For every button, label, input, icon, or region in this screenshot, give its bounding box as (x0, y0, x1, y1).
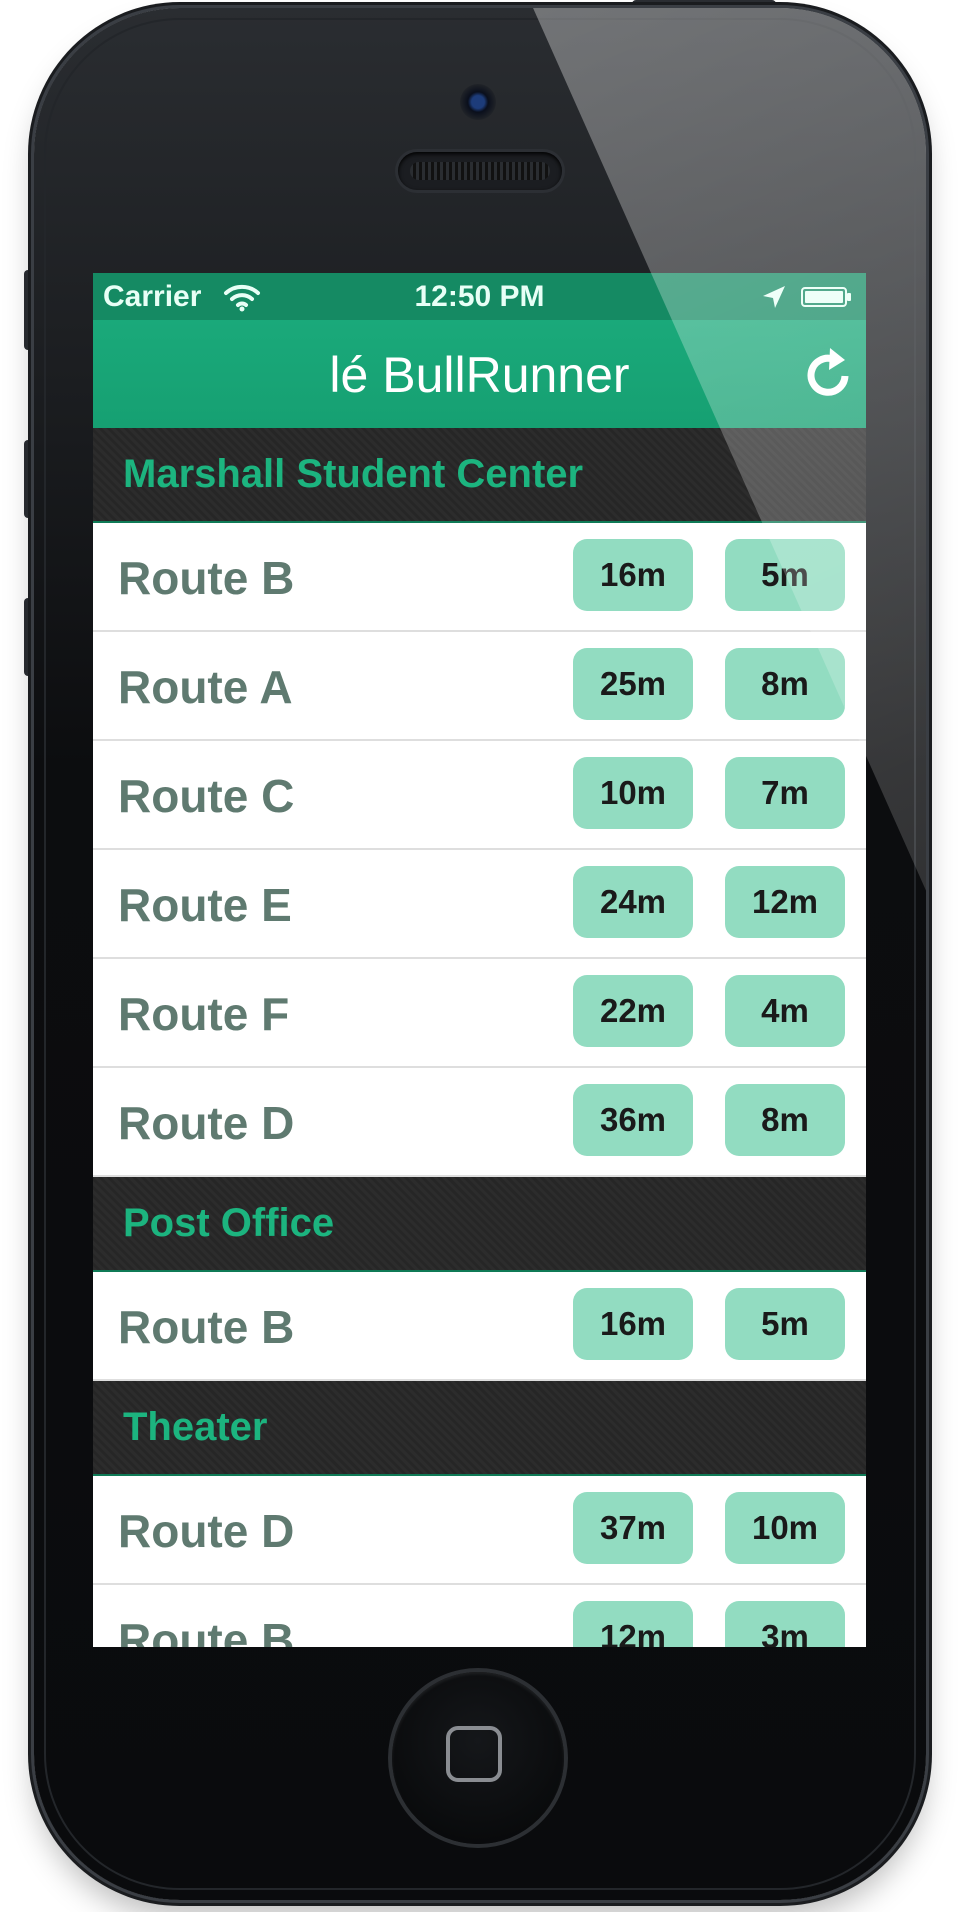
app-screen: Carrier 12:50 PM lé BullRunner Marshall … (93, 273, 866, 1647)
route-row[interactable]: Route A 25m 8m (93, 632, 866, 741)
clock: 12:50 PM (414, 280, 545, 313)
battery-icon (801, 287, 851, 307)
route-name: Route D (118, 1505, 295, 1557)
route-name: Route D (118, 1097, 295, 1149)
route-row[interactable]: Route F 22m 4m (93, 959, 866, 1068)
route-name: Route A (118, 661, 293, 713)
section-header: Marshall Student Center (93, 428, 866, 523)
following-arrival-badge: 4m (725, 975, 845, 1047)
front-camera (460, 84, 496, 120)
section-header: Theater (93, 1381, 866, 1476)
next-arrival-badge: 37m (573, 1492, 693, 1564)
following-arrival-badge: 12m (725, 866, 845, 938)
route-name: Route F (118, 988, 290, 1040)
next-arrival-badge: 36m (573, 1084, 693, 1156)
stop-list: Marshall Student Center Route B 16m 5m Route… (93, 428, 866, 1647)
route-row[interactable]: Route B 16m 5m (93, 1272, 866, 1381)
navigation-bar: lé BullRunner (93, 320, 866, 428)
refresh-icon[interactable] (801, 346, 857, 402)
route-row[interactable]: Route D 37m 10m (93, 1476, 866, 1585)
route-name: Route C (118, 770, 295, 822)
next-arrival-badge: 16m (573, 1288, 693, 1360)
next-arrival-badge: 22m (573, 975, 693, 1047)
route-row[interactable]: Route C 10m 7m (93, 741, 866, 850)
route-row[interactable]: Route B 12m 3m (93, 1585, 866, 1647)
route-name: Route B (118, 1614, 295, 1647)
next-arrival-badge: 24m (573, 866, 693, 938)
next-arrival-badge: 10m (573, 757, 693, 829)
next-arrival-badge: 12m (573, 1601, 693, 1647)
location-arrow-icon (763, 286, 785, 308)
section-header: Post Office (93, 1177, 866, 1272)
following-arrival-badge: 10m (725, 1492, 845, 1564)
status-bar: Carrier 12:50 PM (93, 273, 866, 320)
home-button (392, 1672, 564, 1844)
section-title: Post Office (123, 1201, 335, 1245)
route-name: Route B (118, 1301, 295, 1353)
route-name: Route B (118, 552, 295, 604)
following-arrival-badge: 7m (725, 757, 845, 829)
following-arrival-badge: 5m (725, 539, 845, 611)
home-button-square (446, 1726, 502, 1782)
next-arrival-badge: 16m (573, 539, 693, 611)
section-title: Marshall Student Center (123, 452, 584, 496)
app-title: lé BullRunner (329, 347, 630, 403)
earpiece-speaker (398, 152, 562, 190)
route-row[interactable]: Route E 24m 12m (93, 850, 866, 959)
following-arrival-badge: 8m (725, 1084, 845, 1156)
route-row[interactable]: Route B 16m 5m (93, 523, 866, 632)
following-arrival-badge: 5m (725, 1288, 845, 1360)
following-arrival-badge: 8m (725, 648, 845, 720)
next-arrival-badge: 25m (573, 648, 693, 720)
section-title: Theater (123, 1405, 268, 1449)
route-row[interactable]: Route D 36m 8m (93, 1068, 866, 1177)
route-name: Route E (118, 879, 292, 931)
following-arrival-badge: 3m (725, 1601, 845, 1647)
